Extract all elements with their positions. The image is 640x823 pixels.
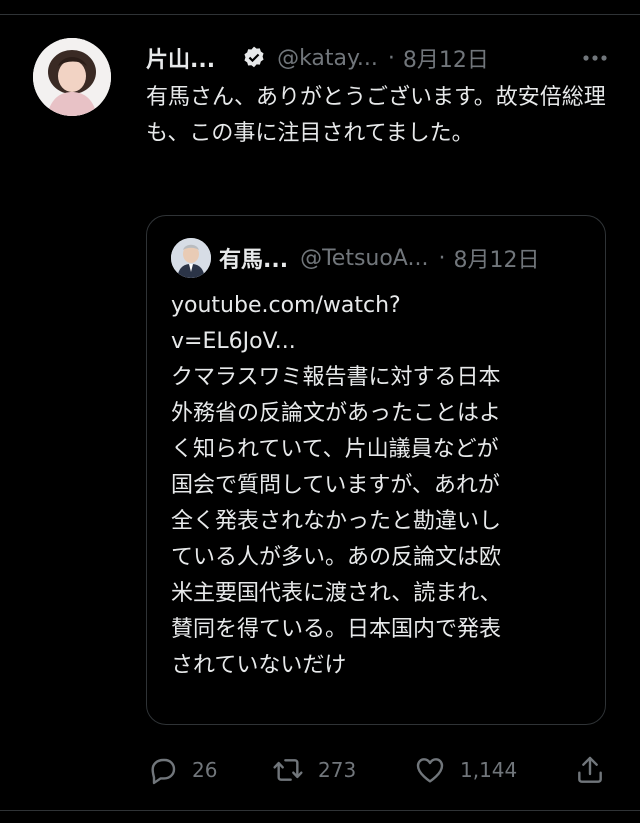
quoted-text-line: ている人が多い。あの反論文は欧 — [171, 545, 502, 570]
like-icon — [416, 758, 444, 783]
reply-button[interactable]: 26 — [146, 750, 217, 790]
author-name[interactable]: 片山... — [146, 42, 215, 74]
header-separator: · — [387, 45, 395, 71]
quoted-author-avatar — [171, 238, 211, 278]
quoted-text-line: 米主要国代表に渡され、読まれ、 — [171, 581, 502, 606]
tweet-actions: 26 273 1,144 — [146, 750, 616, 790]
reply-icon — [151, 758, 176, 785]
tweet-date[interactable]: 8月12日 — [403, 42, 489, 74]
reply-count: 26 — [192, 758, 218, 782]
quoted-text-line: 国会で質問していますが、あれが — [171, 473, 500, 498]
like-count: 1,144 — [460, 758, 518, 782]
more-options-icon[interactable] — [580, 46, 610, 70]
quoted-text-line: クマラスワミ報告書に対する日本 — [171, 365, 501, 390]
quoted-text-line: 外務省の反論文があったことはよ — [171, 401, 502, 426]
like-button[interactable]: 1,144 — [414, 750, 517, 790]
retweet-count: 273 — [318, 758, 357, 782]
quoted-link-line[interactable]: youtube.com/watch? — [171, 288, 591, 324]
quoted-text-line: く知られていて、片山議員などが — [171, 437, 499, 462]
quoted-author-handle: @TetsuoA... — [300, 245, 429, 271]
quoted-text-line: 全く発表されなかったと勘違いし — [171, 509, 502, 534]
author-avatar-image — [33, 38, 111, 116]
quoted-header-separator: · — [438, 245, 446, 271]
bottom-divider — [0, 810, 640, 811]
tweet-text: 有馬さん、ありがとうございます。故安倍総理も、この事に注目されてました。 — [146, 85, 606, 146]
share-button[interactable] — [574, 750, 606, 790]
quoted-tweet-date: 8月12日 — [453, 248, 540, 273]
retweet-icon — [273, 759, 303, 781]
retweet-button[interactable]: 273 — [272, 750, 356, 790]
quoted-tweet-header: 有馬... @TetsuoA... · 8月12日 — [219, 240, 599, 276]
tweet-header: 片山... @katay... · 8月12日 — [146, 40, 616, 76]
quoted-link-line[interactable]: v=EL6JoV... — [171, 324, 591, 360]
quoted-text-line: 賛同を得ている。日本国内で発表 — [171, 617, 502, 642]
quoted-author-name: 有馬... — [219, 248, 289, 273]
quoted-tweet-text: youtube.com/watch? v=EL6JoV... クマラスワミ報告書… — [171, 288, 591, 684]
quoted-tweet-card[interactable]: 有馬... @TetsuoA... · 8月12日 youtube.com/wa… — [146, 215, 606, 725]
quoted-avatar-image — [171, 238, 211, 278]
author-avatar[interactable] — [33, 38, 111, 116]
author-handle[interactable]: @katay... — [277, 46, 378, 71]
verified-badge-icon — [241, 45, 267, 71]
share-icon — [578, 756, 602, 783]
quoted-text-line: されていないだけ — [171, 653, 347, 678]
top-divider — [0, 14, 640, 15]
